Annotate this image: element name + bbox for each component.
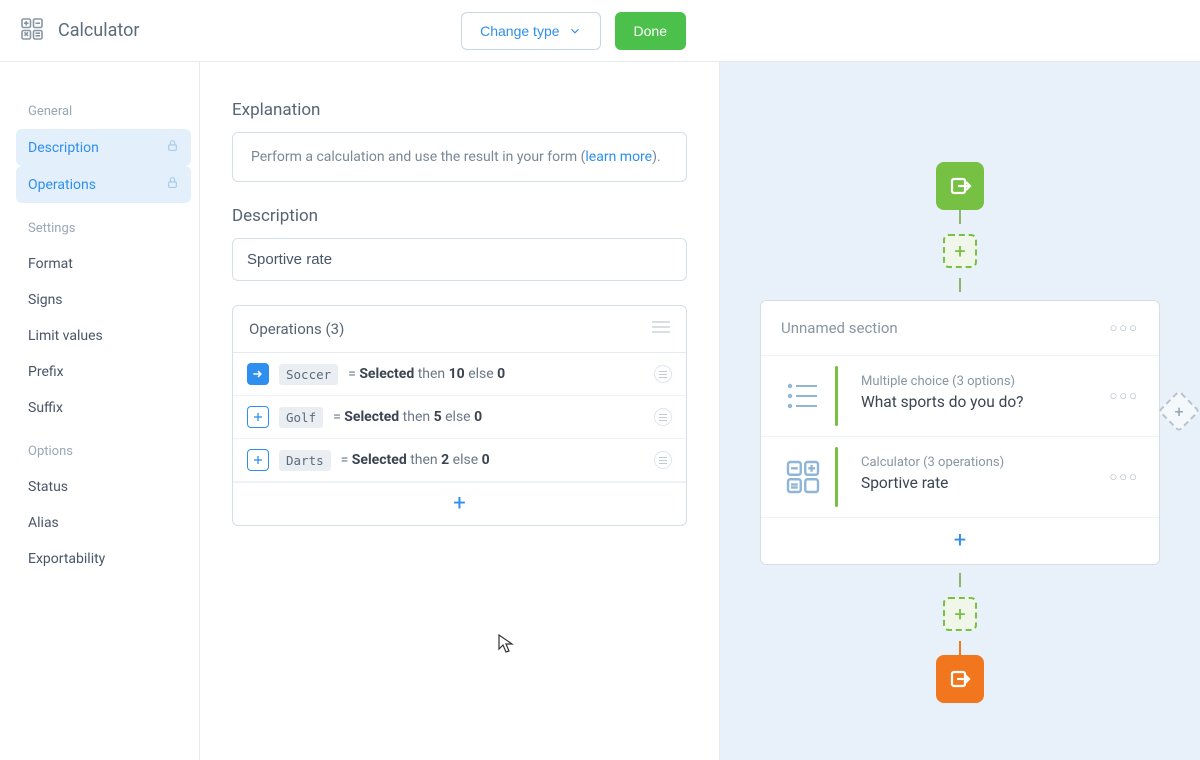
form-preview: + Unnamed section ○○○	[720, 62, 1200, 760]
sidebar-item-label: Limit values	[28, 328, 103, 344]
learn-more-link[interactable]: learn more	[585, 149, 652, 165]
add-section-slot[interactable]: +	[943, 597, 977, 631]
add-section-slot[interactable]: +	[943, 234, 977, 268]
add-block-button[interactable]: +	[761, 518, 1159, 564]
sidebar-item-signs[interactable]: Signs	[16, 282, 191, 318]
section-title: Unnamed section	[781, 319, 898, 337]
explanation-title: Explanation	[232, 100, 687, 120]
sidebar-item-status[interactable]: Status	[16, 469, 191, 505]
list-icon	[781, 374, 825, 418]
lock-icon	[166, 176, 179, 193]
sidebar-item-prefix[interactable]: Prefix	[16, 354, 191, 390]
sidebar-item-label: Description	[28, 140, 99, 156]
operation-row[interactable]: Soccer = Selected then 10 else 0	[233, 353, 686, 396]
sidebar-item-suffix[interactable]: Suffix	[16, 390, 191, 426]
page-title: Calculator	[58, 20, 139, 41]
block-title: Sportive rate	[861, 474, 1091, 492]
lock-icon	[166, 139, 179, 156]
flow-end-node[interactable]	[936, 655, 984, 703]
sidebar-item-limit-values[interactable]: Limit values	[16, 318, 191, 354]
calculator-block[interactable]: Calculator (3 operations) Sportive rate …	[761, 437, 1159, 518]
sidebar-item-label: Exportability	[28, 551, 105, 567]
sidebar-item-label: Suffix	[28, 400, 63, 416]
operation-expression: = Selected then 10 else 0	[348, 366, 505, 382]
drag-handle-icon[interactable]	[654, 451, 672, 469]
operations-header: Operations (3)	[233, 306, 686, 353]
main-panel: Explanation Perform a calculation and us…	[200, 62, 720, 760]
add-operation-button[interactable]: +	[233, 482, 686, 525]
sidebar-group-settings: Settings	[28, 221, 191, 236]
flow-start-node[interactable]	[936, 162, 984, 210]
done-button[interactable]: Done	[615, 12, 686, 50]
drag-handle-icon[interactable]	[654, 365, 672, 383]
more-icon[interactable]: ○○○	[1109, 320, 1139, 336]
operation-expression: = Selected then 2 else 0	[341, 452, 490, 468]
block-title: What sports do you do?	[861, 393, 1091, 411]
more-icon[interactable]: ○○○	[1109, 469, 1139, 485]
question-block[interactable]: Multiple choice (3 options) What sports …	[761, 356, 1159, 437]
sidebar-item-label: Status	[28, 479, 68, 495]
explanation-text: Perform a calculation and use the result…	[251, 149, 585, 165]
section-card[interactable]: Unnamed section ○○○ Multiple choice (3 o…	[760, 300, 1160, 565]
explanation-box: Perform a calculation and use the result…	[232, 132, 687, 182]
operation-row[interactable]: Golf = Selected then 5 else 0	[233, 396, 686, 439]
sidebar-item-label: Alias	[28, 515, 59, 531]
operations-title: Operations (3)	[249, 320, 344, 338]
sidebar-item-alias[interactable]: Alias	[16, 505, 191, 541]
sidebar-item-label: Signs	[28, 292, 63, 308]
hamburger-icon[interactable]	[652, 320, 670, 338]
operation-tag: Golf	[279, 407, 323, 428]
explanation-tail: ).	[652, 149, 661, 165]
operations-card: Operations (3) Soccer = Selected then 10…	[232, 305, 687, 526]
sidebar-item-description[interactable]: Description	[16, 129, 191, 166]
operation-row[interactable]: Darts = Selected then 2 else 0	[233, 439, 686, 482]
sidebar: General Description Operations Settings …	[0, 62, 200, 760]
calculator-icon	[781, 455, 825, 499]
add-icon	[247, 406, 269, 428]
done-label: Done	[634, 23, 667, 39]
change-type-label: Change type	[480, 23, 559, 39]
sidebar-item-format[interactable]: Format	[16, 246, 191, 282]
block-type: Multiple choice (3 options)	[861, 374, 1091, 389]
sidebar-group-options: Options	[28, 444, 191, 459]
sidebar-item-label: Format	[28, 256, 73, 272]
operation-expression: = Selected then 5 else 0	[333, 409, 482, 425]
drag-handle-icon[interactable]	[654, 408, 672, 426]
operation-tag: Darts	[279, 450, 331, 471]
description-title: Description	[232, 206, 687, 226]
sidebar-item-label: Prefix	[28, 364, 64, 380]
block-type: Calculator (3 operations)	[861, 455, 1091, 470]
header-bar: Calculator Change type Done	[0, 0, 1200, 62]
sidebar-item-exportability[interactable]: Exportability	[16, 541, 191, 577]
more-icon[interactable]: ○○○	[1109, 388, 1139, 404]
sidebar-group-general: General	[28, 104, 191, 119]
description-input[interactable]	[232, 238, 687, 281]
chevron-down-icon	[568, 24, 582, 38]
sidebar-item-label: Operations	[28, 177, 96, 193]
assign-icon	[247, 363, 269, 385]
change-type-button[interactable]: Change type	[461, 12, 600, 50]
add-icon	[247, 449, 269, 471]
operation-tag: Soccer	[279, 364, 338, 385]
app-icon	[20, 17, 44, 45]
section-header[interactable]: Unnamed section ○○○	[761, 301, 1159, 356]
sidebar-item-operations[interactable]: Operations	[16, 166, 191, 203]
